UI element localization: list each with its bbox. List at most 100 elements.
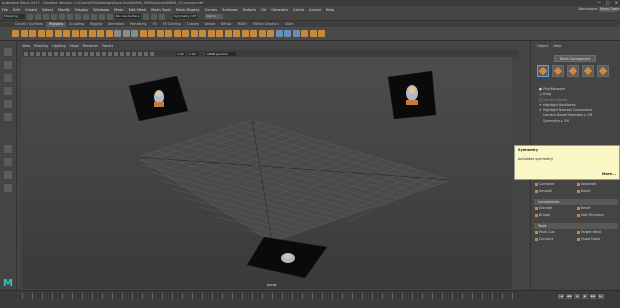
menu-mesh-tools[interactable]: Mesh Tools — [151, 8, 170, 12]
step-forward-key-button[interactable]: ▶▶ — [590, 294, 596, 299]
select-by-object-icon[interactable] — [75, 13, 81, 20]
render-icon[interactable] — [151, 13, 157, 20]
poly-sphere-icon[interactable] — [12, 30, 19, 37]
menu-edit[interactable]: Edit — [13, 8, 20, 12]
extrude-icon[interactable] — [199, 30, 206, 37]
select-by-hierarchy-icon[interactable] — [67, 13, 73, 20]
merge-icon[interactable] — [258, 30, 266, 37]
play-forward-button[interactable]: ▶ — [582, 294, 588, 299]
wireframe-icon[interactable] — [84, 51, 88, 56]
menu-select[interactable]: Select — [42, 8, 53, 12]
step-back-key-button[interactable]: ◀◀ — [566, 294, 572, 299]
multi-cut-button[interactable]: Multi-Cut — [534, 229, 576, 236]
ambient-occlusion-icon[interactable] — [114, 51, 118, 56]
menu-display[interactable]: Display — [75, 8, 88, 12]
append-polygon-icon[interactable] — [233, 30, 240, 37]
menu-uv[interactable]: UV — [261, 8, 266, 12]
combine-button[interactable]: Combine — [534, 181, 576, 188]
bookmark-icon[interactable] — [30, 51, 34, 56]
smooth-icon[interactable] — [156, 30, 164, 37]
textured-icon[interactable] — [96, 51, 100, 56]
image-plane-bottom[interactable] — [246, 236, 328, 279]
select-tool-icon[interactable] — [4, 48, 12, 56]
poly-disc-icon[interactable] — [63, 30, 70, 37]
sign-in-button[interactable]: Sign In — [205, 14, 223, 19]
menu-arnold[interactable]: Arnold — [309, 8, 321, 12]
snap-point-icon[interactable] — [107, 13, 113, 20]
add-divisions-button[interactable]: Add Divisions — [576, 212, 618, 219]
mirror-icon[interactable] — [190, 30, 198, 37]
option-symmetry[interactable]: Symmetry ▸ Off — [539, 119, 592, 124]
anti-aliasing-icon[interactable] — [126, 51, 130, 56]
perspective-viewport[interactable]: persp — [22, 57, 512, 289]
menu-create[interactable]: Create — [25, 8, 37, 12]
boolean-intersection-icon[interactable] — [182, 30, 189, 37]
separate-icon[interactable] — [148, 30, 155, 37]
graph-view-icon[interactable] — [4, 184, 12, 192]
poly-cube-icon[interactable] — [20, 30, 28, 37]
gate-mask-icon[interactable] — [60, 51, 64, 56]
uv-editor-icon[interactable] — [292, 30, 300, 37]
exposure-field[interactable]: 0.00 — [176, 51, 186, 56]
uv-mode-icon[interactable] — [597, 65, 609, 77]
platonic-solid-icon[interactable] — [71, 30, 79, 37]
paint-select-icon[interactable] — [4, 74, 12, 82]
sculpt-icon[interactable] — [318, 30, 325, 37]
image-plane-icon[interactable] — [36, 51, 40, 56]
snap-curve-icon[interactable] — [99, 13, 105, 20]
image-plane-left[interactable] — [128, 75, 189, 122]
menu-curves[interactable]: Curves — [205, 8, 217, 12]
field-chart-icon[interactable] — [66, 51, 70, 56]
menu-generate[interactable]: Generate — [271, 8, 288, 12]
colorspace-dropdown[interactable]: sRGB gamma — [206, 51, 236, 56]
poly-cone-icon[interactable] — [37, 30, 45, 37]
timeline-ruler[interactable] — [22, 293, 522, 299]
open-scene-icon[interactable] — [35, 13, 41, 20]
menu-mesh-display[interactable]: Mesh Display — [176, 8, 200, 12]
poly-cylinder-icon[interactable] — [29, 30, 36, 37]
poly-helix-icon[interactable] — [105, 30, 113, 37]
mesh-display-icon[interactable] — [301, 30, 308, 37]
poly-pyramid-icon[interactable] — [80, 30, 87, 37]
combine-icon[interactable] — [139, 30, 147, 37]
planar-uv-icon[interactable] — [275, 30, 283, 37]
xray-icon[interactable] — [138, 51, 142, 56]
motion-blur-icon[interactable] — [120, 51, 124, 56]
live-surface-field[interactable]: No Live Surface — [115, 14, 141, 19]
rotate-tool-icon[interactable] — [4, 100, 12, 108]
new-scene-icon[interactable] — [27, 13, 33, 20]
lasso-tool-icon[interactable] — [4, 61, 12, 69]
fill-hole-icon[interactable] — [224, 30, 232, 37]
bevel-button[interactable]: Bevel — [576, 188, 618, 195]
menu-help[interactable]: Help — [326, 8, 334, 12]
target-weld-icon[interactable] — [267, 30, 274, 37]
edge-mode-icon[interactable] — [567, 65, 579, 77]
menu-cache[interactable]: Cache — [293, 8, 304, 12]
smooth-button[interactable]: Smooth — [534, 188, 576, 195]
poly-prism-icon[interactable] — [88, 30, 96, 37]
undo-icon[interactable] — [51, 13, 57, 20]
bridge-icon[interactable] — [207, 30, 215, 37]
menu-windows[interactable]: Windows — [93, 8, 109, 12]
safe-action-icon[interactable] — [72, 51, 76, 56]
svg-icon[interactable] — [131, 30, 138, 37]
multi-cut-icon[interactable] — [241, 30, 249, 37]
poly-plane-icon[interactable] — [54, 30, 62, 37]
poly-torus-icon[interactable] — [46, 30, 53, 37]
bevel-icon[interactable] — [216, 30, 223, 37]
minimize-button[interactable]: — — [597, 0, 601, 5]
ipr-render-icon[interactable] — [159, 13, 165, 20]
toolkit-menu-object[interactable]: Object — [537, 44, 548, 48]
poly-pipe-icon[interactable] — [97, 30, 104, 37]
workspace-dropdown[interactable]: Maya Classic — [599, 7, 620, 12]
outliner-view-icon[interactable] — [4, 171, 12, 179]
symmetry-dropdown[interactable]: Symmetry: Off — [173, 14, 197, 19]
bevel-component-button[interactable]: Bevel — [576, 205, 618, 212]
redo-icon[interactable] — [59, 13, 65, 20]
close-button[interactable]: ✕ — [615, 0, 618, 5]
quad-draw-button[interactable]: Quad Draw — [576, 236, 618, 243]
separate-button[interactable]: Separate — [576, 181, 618, 188]
vertex-mode-icon[interactable] — [552, 65, 564, 77]
resolution-gate-icon[interactable] — [54, 51, 58, 56]
maximize-button[interactable]: ▢ — [606, 0, 610, 5]
